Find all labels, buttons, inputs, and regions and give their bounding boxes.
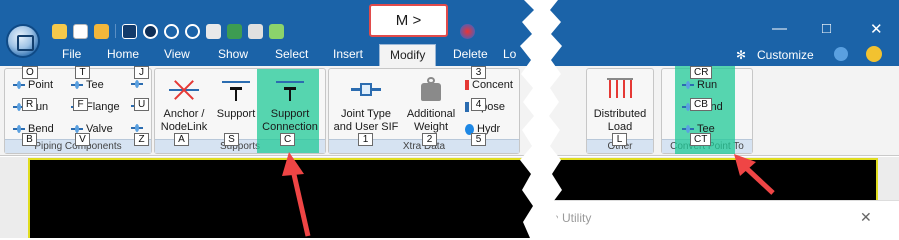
toolbar-separator [115, 24, 116, 38]
undo-icon[interactable] [164, 23, 179, 39]
keytip-point: O [22, 66, 38, 79]
joint-type-sif-label: Joint Type and User SIF [333, 108, 399, 133]
smiley-icon[interactable] [866, 46, 882, 62]
additional-weight-button[interactable]: Additional Weight [401, 75, 461, 134]
convert-run-label: Run [697, 79, 718, 91]
app-logo[interactable] [6, 24, 40, 58]
convert-run-button[interactable]: Run [682, 79, 717, 91]
distributed-load-icon [605, 75, 635, 105]
keytip-expansion-joint: Z [134, 133, 149, 146]
ribbon-tabs: File Home View Show Select Insert Modify… [0, 44, 899, 66]
joint-icon [131, 79, 143, 89]
expansion-joint-icon [131, 123, 143, 133]
cancel-icon[interactable] [143, 23, 158, 39]
arrow-support-connection [282, 152, 311, 237]
joint-sif-icon [351, 75, 381, 105]
tee-icon [71, 80, 83, 90]
point-label: Point [28, 79, 54, 91]
keytip-joint: J [134, 66, 149, 79]
concentrated-load-button[interactable]: Concent [465, 79, 513, 91]
support-connection-icon [275, 75, 305, 105]
keytip-convert-run: CR [690, 66, 713, 79]
support-connection-label: Support Connection [262, 108, 318, 133]
new-file-icon[interactable] [73, 23, 88, 39]
utility-dialog: n Utility ✕ [540, 200, 899, 238]
keytip-concentrated-load: 3 [471, 66, 486, 79]
ribbon: Point Tee Run Flange Bend Valve Piping C… [0, 66, 899, 156]
keytip-imposed: 4 [471, 98, 486, 111]
close-icon[interactable]: ✕ [870, 20, 883, 38]
tab-view[interactable]: View [164, 47, 190, 61]
node-icon[interactable] [206, 23, 221, 39]
point-button[interactable]: Point [13, 79, 53, 91]
save-icon[interactable] [122, 23, 137, 39]
imposed-icon [465, 102, 469, 112]
render-icon[interactable] [460, 24, 475, 39]
keytip-callout: M > [369, 4, 448, 37]
tee-button[interactable]: Tee [71, 79, 104, 91]
expansion-joint-button[interactable] [131, 123, 143, 133]
point-icon [13, 80, 25, 90]
arrow-convert-point [734, 154, 775, 195]
anchor-nodelink-button[interactable]: Anchor / NodeLink [157, 75, 211, 134]
folder-icon[interactable] [52, 23, 67, 39]
quick-access-toolbar [52, 21, 284, 41]
convert-run-icon [682, 80, 694, 90]
joint-button[interactable] [131, 79, 143, 89]
check-icon[interactable] [269, 23, 284, 39]
weight-icon [416, 75, 446, 105]
concentrated-load-label: Concent [472, 79, 513, 91]
anchor-nodelink-label: Anchor / NodeLink [160, 108, 208, 133]
maximize-icon[interactable]: □ [822, 20, 831, 37]
support-label: Support [216, 108, 256, 120]
title-bar: — □ ✕ [0, 0, 899, 44]
tab-home[interactable]: Home [107, 47, 139, 61]
route-icon[interactable] [227, 23, 242, 39]
keytip-tee: T [75, 66, 90, 79]
anchor-icon [169, 75, 199, 105]
keytip-anchor: A [174, 133, 189, 146]
tab-select[interactable]: Select [275, 47, 308, 61]
tab-insert[interactable]: Insert [333, 47, 363, 61]
keytip-convert-tee: CT [690, 133, 712, 146]
tab-file[interactable]: File [62, 47, 81, 61]
support-button[interactable]: Support [213, 75, 259, 121]
valve-label: Valve [86, 123, 113, 135]
tab-delete[interactable]: Delete [453, 47, 488, 61]
tab-load[interactable]: Lo [503, 47, 516, 61]
keytip-support-connection: C [280, 133, 296, 146]
redo-icon[interactable] [185, 23, 200, 39]
distributed-load-button[interactable]: Distributed Load [589, 75, 651, 134]
torn-edge [520, 0, 562, 238]
settings-icon[interactable]: ✻ [736, 48, 746, 62]
keytip-distributed-load: L [612, 133, 627, 146]
keytip-run: R [22, 98, 38, 111]
keytip-reducer: U [134, 98, 150, 111]
keytip-bend: B [22, 133, 37, 146]
keytip-additional-weight: 2 [422, 133, 437, 146]
keytip-valve: V [75, 133, 90, 146]
keytip-convert-bend: CB [690, 98, 712, 111]
keytip-joint-type: 1 [358, 133, 373, 146]
keytip-support: S [224, 133, 239, 146]
minimize-icon[interactable]: — [772, 20, 787, 37]
additional-weight-label: Additional Weight [406, 108, 456, 133]
open-folder-icon[interactable] [94, 23, 109, 39]
user-icon[interactable] [834, 47, 848, 61]
customize-menu[interactable]: Customize [757, 48, 814, 62]
joint-type-sif-button[interactable]: Joint Type and User SIF [333, 75, 399, 134]
flange-label: Flange [86, 101, 120, 113]
support-icon [221, 75, 251, 105]
keytip-hydrotest: 5 [471, 133, 486, 146]
distributed-load-label: Distributed Load [593, 108, 647, 133]
tee-label: Tee [86, 79, 104, 91]
concentrated-load-icon [465, 80, 469, 90]
keytip-flange: F [73, 98, 88, 111]
tab-modify[interactable]: Modify [379, 44, 437, 66]
dialog-close-icon[interactable]: ✕ [860, 209, 872, 226]
support-connection-button[interactable]: Support Connection [259, 75, 321, 134]
tab-show[interactable]: Show [218, 47, 248, 61]
measure-icon[interactable] [248, 23, 263, 39]
